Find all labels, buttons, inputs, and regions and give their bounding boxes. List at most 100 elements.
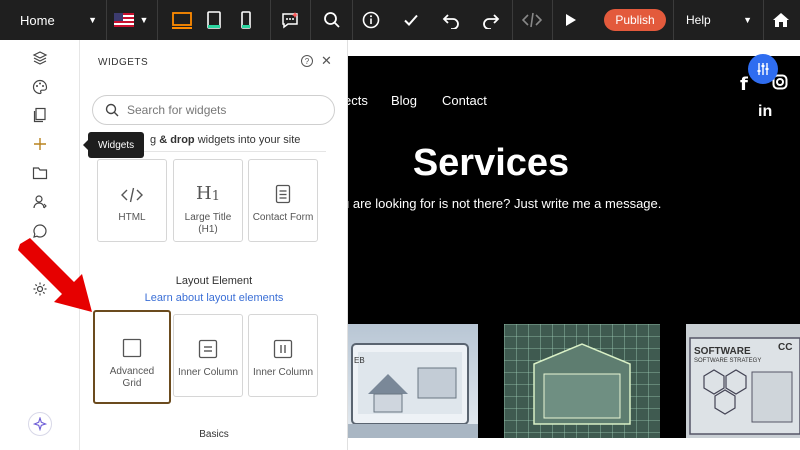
pages-icon [33,107,46,123]
widgets-tooltip: Widgets [82,132,145,158]
chevron-down-icon: ▼ [139,15,149,25]
preview-button[interactable] [555,0,587,40]
services-heading: Services [412,142,570,184]
undo-icon [442,14,459,29]
service-image-server[interactable] [504,324,660,438]
widget-search[interactable] [92,95,335,125]
basics-section-title: Basics [199,429,229,440]
redo-icon [483,14,500,29]
add-icon [34,138,46,150]
grid-icon [122,338,142,358]
tablet-icon [207,11,221,29]
facebook-icon[interactable]: f [740,74,748,95]
h1-icon: H1 [196,183,220,204]
nav-blog[interactable]: Blog [391,93,417,108]
services-subtitle: u are looking for is not there? Just wri… [348,196,662,211]
widget-html[interactable]: HTML [97,159,167,242]
dev-mode-button[interactable] [516,0,548,40]
widgets-panel: WIDGETS ? ✕ g & drop widgets into your s… [80,40,348,450]
language-selector[interactable]: ▼ [107,0,155,40]
column-icon [273,339,293,359]
drag-hint-prefix: g [150,134,160,146]
users-button[interactable] [30,192,50,212]
dashboard-home-button[interactable] [765,0,797,40]
service-image-software[interactable]: SOFTWARE SOFTWARE STRATEGY CC [686,324,800,438]
page-selector[interactable]: Home ▼ [0,0,105,40]
help-label: Help [686,13,711,27]
help-menu[interactable]: Help ▼ [676,0,762,40]
site-preview: ects Blog Contact f in Services u are lo… [348,56,800,438]
mobile-icon [241,11,251,29]
widget-label: Contact Form [252,212,314,223]
info-icon [362,11,380,29]
ai-assistant-rail-button[interactable] [28,412,52,436]
user-icon [33,195,47,209]
divider [512,0,513,40]
divider [352,0,353,40]
pages-button[interactable] [30,105,50,125]
tablet-view-button[interactable] [198,0,230,40]
search-icon [105,103,119,117]
thumb-1-label: EB [354,356,365,365]
search-input[interactable] [127,103,317,117]
code-icon [522,12,542,28]
palette-icon [32,79,48,95]
ai-chat-icon [282,12,298,29]
close-icon[interactable]: ✕ [321,53,332,69]
help-icon[interactable]: ? [301,55,313,67]
widget-contact-form[interactable]: Contact Form [248,159,318,242]
widget-large-title[interactable]: H1 Large Title (H1) [173,159,243,242]
nav-projects[interactable]: ects [348,93,368,108]
info-button[interactable] [355,0,387,40]
linkedin-icon[interactable]: in [758,103,772,121]
site-settings-fab[interactable] [748,54,778,84]
layers-button[interactable] [30,48,50,68]
redo-button[interactable] [475,0,507,40]
editor-top-bar: Home ▼ ▼ Publish Help ▼ [0,0,800,40]
widget-label: Inner Column [177,367,239,378]
widget-label: Inner Column [252,367,314,378]
widget-advanced-grid[interactable]: Advanced Grid [93,310,171,404]
divider [763,0,764,40]
flag-us-icon [113,13,134,27]
search-icon [324,12,340,28]
theme-button[interactable] [30,77,50,97]
add-elements-button[interactable] [30,134,50,154]
sliders-icon [757,63,769,75]
thumb-3-corner: CC [778,342,793,353]
undo-button[interactable] [435,0,467,40]
mobile-view-button[interactable] [230,0,262,40]
sparkle-icon [33,417,47,431]
divider [552,0,553,40]
media-button[interactable] [30,163,50,183]
service-image-web[interactable]: EB [348,324,478,438]
widget-label: Advanced Grid [109,366,155,389]
save-check-button[interactable] [395,0,427,40]
divider [673,0,674,40]
panel-title: WIDGETS [98,57,149,68]
form-icon [275,184,291,204]
layers-icon [32,51,48,65]
chevron-down-icon: ▼ [88,15,97,25]
widget-label: HTML [118,212,146,223]
widget-label: Large Title (H1) [184,212,232,235]
widget-inner-column[interactable]: Inner Column [173,314,243,397]
play-icon [566,14,576,26]
widget-inner-column-vertical[interactable]: Inner Column [248,314,318,397]
layout-section-title: Layout Element [175,275,253,287]
divider [310,0,311,40]
editor-canvas[interactable]: ects Blog Contact f in Services u are lo… [348,40,800,450]
annotation-arrow-icon [18,238,92,312]
column-icon [198,339,218,359]
publish-button[interactable]: Publish [604,9,666,31]
drag-hint-bold: & drop [159,134,195,146]
learn-layout-link[interactable]: Learn about layout elements [80,292,347,304]
divider [270,0,271,40]
thumb-3-subtitle: SOFTWARE STRATEGY [694,358,762,364]
chevron-down-icon: ▼ [743,15,752,25]
search-button[interactable] [316,0,348,40]
nav-contact[interactable]: Contact [442,93,487,108]
page-selector-label: Home [20,12,55,28]
ai-assistant-button[interactable] [274,0,306,40]
desktop-view-button[interactable] [166,0,198,40]
